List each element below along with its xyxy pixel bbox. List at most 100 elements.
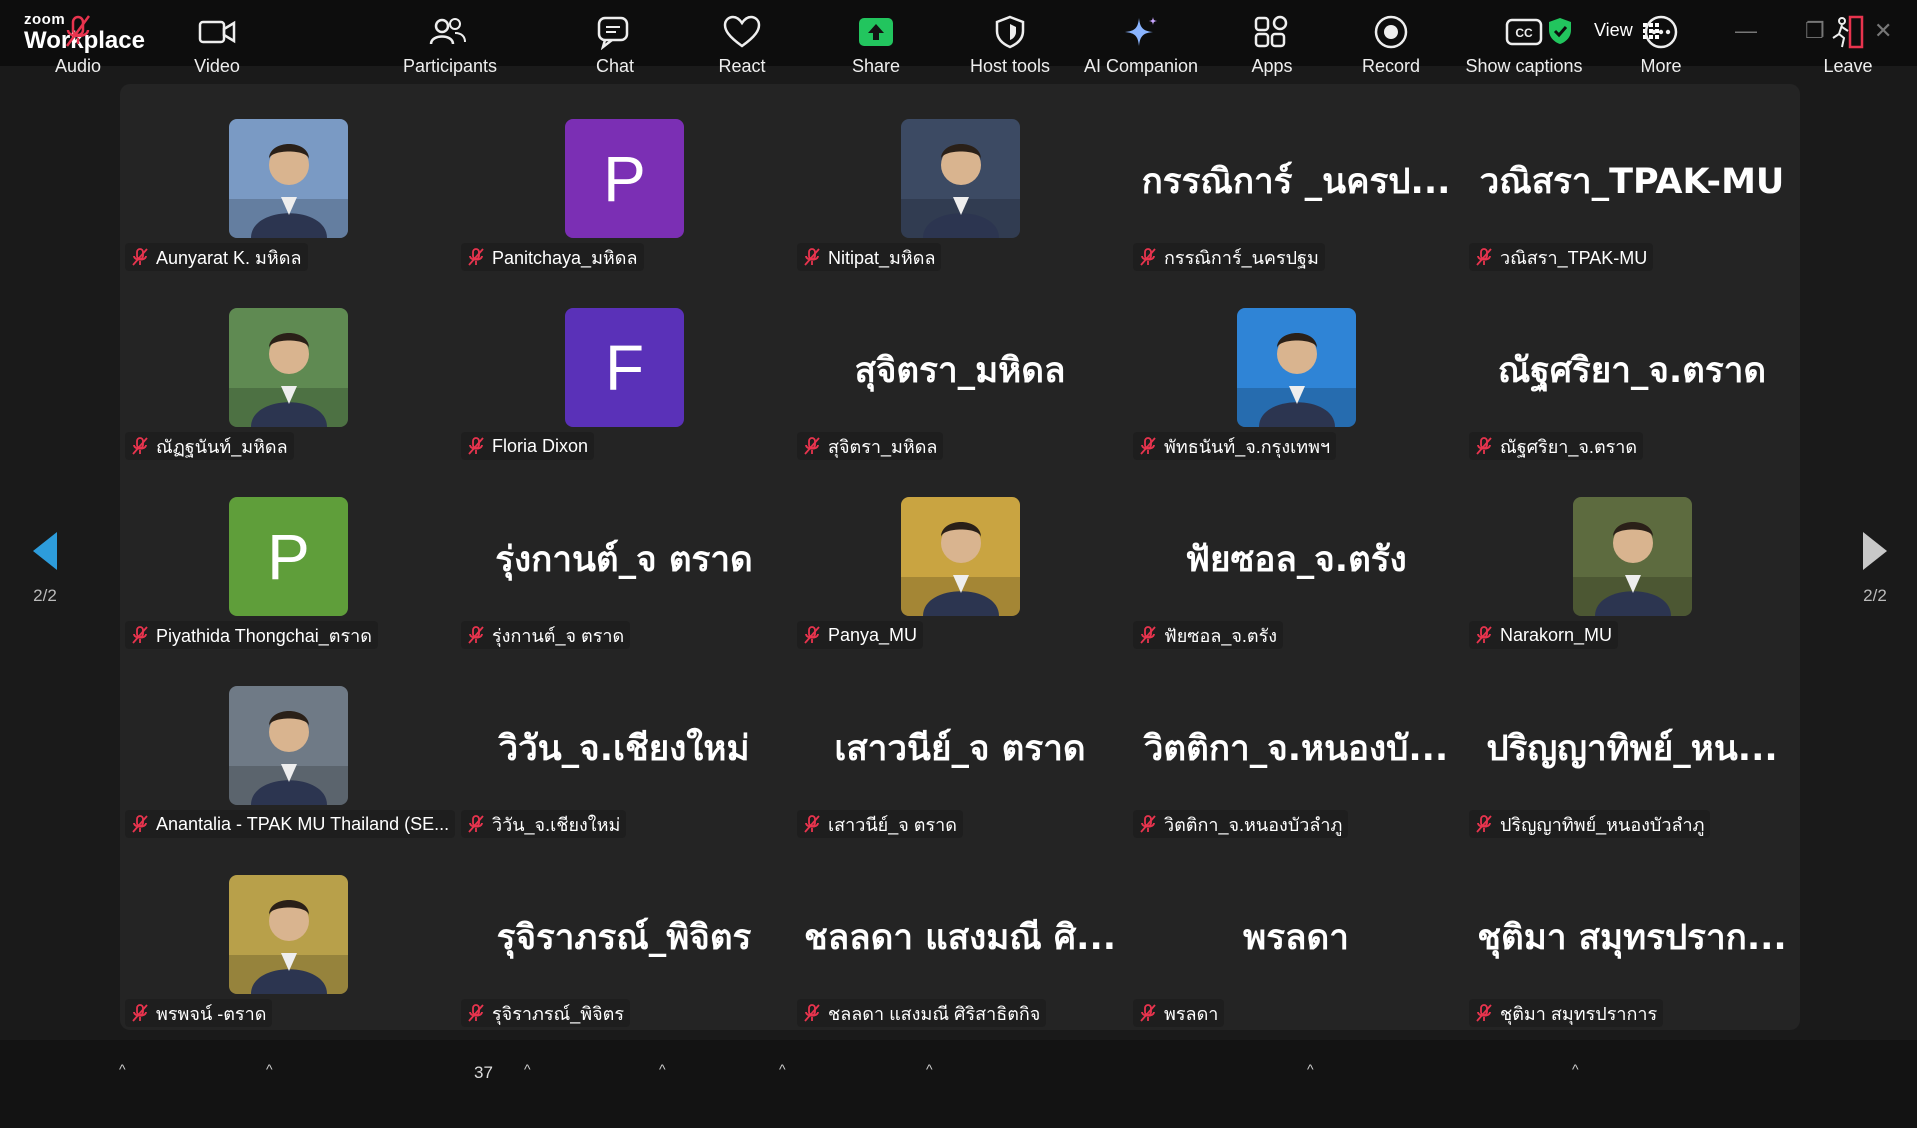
close-button[interactable]: ✕: [1874, 18, 1892, 44]
participant-tile[interactable]: สุจิตรา_มหิดล สุจิตรา_มหิดล: [792, 273, 1128, 462]
participant-name-label: พรพจน์ -ตราด: [125, 999, 273, 1027]
participant-tile[interactable]: วณิสรา_TPAK-MU วณิสรา_TPAK-MU: [1464, 84, 1800, 273]
participant-tile[interactable]: ณัฏฐนันท์_มหิดล: [120, 273, 456, 462]
more-button[interactable]: More: [1634, 14, 1688, 77]
participant-name: พรลดา: [1164, 1003, 1219, 1024]
participant-name-label: ณัฐศริยา_จ.ตราด: [1469, 432, 1644, 460]
participants-icon: [429, 18, 466, 45]
muted-mic-icon: [468, 626, 484, 644]
participant-name: Aunyarat K. มหิดล: [156, 247, 302, 268]
participant-tile[interactable]: วิวัน_จ.เชียงใหม่ วิวัน_จ.เชียงใหม่: [456, 651, 792, 840]
react-options-caret[interactable]: ^: [779, 1061, 786, 1077]
page-indicator-right: 2/2: [1863, 586, 1887, 605]
participant-name: ณัฐศริยา_จ.ตราด: [1500, 436, 1638, 457]
participant-tile[interactable]: พรลดา พรลดา: [1128, 840, 1464, 1029]
muted-mic-icon: [804, 248, 820, 266]
chat-button[interactable]: Chat: [590, 14, 640, 77]
participant-tile[interactable]: F Floria Dixon: [456, 273, 792, 462]
share-screen-icon: [859, 18, 893, 46]
apps-icon: [1254, 15, 1288, 48]
participant-name-label: ชุติมา สมุทรปราการ: [1469, 999, 1664, 1027]
record-button[interactable]: Record: [1361, 14, 1421, 77]
participant-tile[interactable]: รุจิราภรณ์_พิจิตร รุจิราภรณ์_พิจิตร: [456, 840, 792, 1029]
participant-name: วณิสรา_TPAK-MU: [1500, 247, 1648, 268]
avatar-photo: [1573, 497, 1692, 616]
participant-name-label: Aunyarat K. มหิดล: [125, 243, 308, 271]
avatar-initial: F: [565, 308, 684, 427]
host-tools-button[interactable]: Host tools: [964, 14, 1056, 77]
next-page-button[interactable]: 2/2: [1845, 530, 1905, 606]
chat-options-caret[interactable]: ^: [659, 1061, 666, 1077]
avatar-photo: [1237, 308, 1356, 427]
audio-options-caret[interactable]: ^: [119, 1061, 126, 1077]
participant-tile[interactable]: Narakorn_MU: [1464, 462, 1800, 651]
react-button[interactable]: React: [716, 14, 768, 77]
record-label: Record: [1361, 56, 1421, 76]
participant-tile[interactable]: เสาวนีย์_จ ตราด เสาวนีย์_จ ตราด: [792, 651, 1128, 840]
apps-label: Apps: [1251, 56, 1293, 76]
muted-mic-icon: [468, 1004, 484, 1022]
participant-tile[interactable]: วิตติกา_จ.หนองบั... วิตติกา_จ.หนองบัวลำภู: [1128, 651, 1464, 840]
participant-tile[interactable]: Panya_MU: [792, 462, 1128, 651]
more-options-icon: [1644, 15, 1678, 49]
captions-options-caret[interactable]: ^: [1572, 1061, 1579, 1077]
participant-display-name: วิตติกา_จ.หนองบั...: [1143, 729, 1449, 769]
muted-mic-icon: [1140, 1004, 1156, 1022]
minimize-button[interactable]: —: [1735, 18, 1757, 44]
show-captions-button[interactable]: CC Show captions: [1464, 14, 1584, 77]
participant-tile[interactable]: Aunyarat K. มหิดล: [120, 84, 456, 273]
apps-button[interactable]: Apps: [1246, 14, 1298, 77]
leave-button[interactable]: Leave: [1822, 14, 1874, 77]
chat-bubble-icon: [597, 16, 629, 50]
host-tools-label: Host tools: [969, 56, 1051, 76]
ai-companion-button[interactable]: AI Companion: [1080, 14, 1202, 77]
participant-display-name: สุจิตรา_มหิดล: [854, 351, 1066, 391]
participant-name: ณัฏฐนันท์_มหิดล: [156, 436, 288, 457]
video-options-caret[interactable]: ^: [266, 1061, 273, 1077]
participant-name-label: กรรณิการ์_นครปฐม: [1133, 243, 1325, 271]
participant-tile[interactable]: ฟัยซอล_จ.ตรัง ฟัยซอล_จ.ตรัง: [1128, 462, 1464, 651]
participant-tile[interactable]: Anantalia - TPAK MU Thailand (SE...: [120, 651, 456, 840]
previous-page-button[interactable]: 2/2: [15, 530, 75, 606]
participant-tile[interactable]: ปริญญาทิพย์_หน... ปริญญาทิพย์_หนองบัวลำภู: [1464, 651, 1800, 840]
apps-options-caret[interactable]: ^: [1307, 1061, 1314, 1077]
participant-name: Piyathida Thongchai_ตราด: [156, 625, 372, 646]
participant-display-name: รุ่งกานต์_จ ตราด: [495, 540, 753, 580]
participant-tile[interactable]: พัทธนันท์_จ.กรุงเทพฯ: [1128, 273, 1464, 462]
participant-name-label: รุจิราภรณ์_พิจิตร: [461, 999, 631, 1027]
participant-tile[interactable]: ชลลดา แสงมณี ศิ... ชลลดา แสงมณี ศิริสาธิต…: [792, 840, 1128, 1029]
audio-button[interactable]: Audio: [48, 14, 108, 77]
participant-tile[interactable]: ชุติมา สมุทรปราก... ชุติมา สมุทรปราการ: [1464, 840, 1800, 1029]
participant-tile[interactable]: รุ่งกานต์_จ ตราด รุ่งกานต์_จ ตราด: [456, 462, 792, 651]
participants-options-caret[interactable]: ^: [524, 1061, 531, 1077]
participants-button[interactable]: Participants: [398, 14, 502, 77]
muted-mic-icon: [1140, 815, 1156, 833]
participant-display-name: ณัฐศริยา_จ.ตราด: [1497, 351, 1767, 391]
muted-mic-icon: [1476, 815, 1492, 833]
avatar-photo: [229, 308, 348, 427]
audio-label: Audio: [54, 56, 102, 76]
participant-tile[interactable]: P Piyathida Thongchai_ตราด: [120, 462, 456, 651]
share-options-caret[interactable]: ^: [926, 1061, 933, 1077]
show-captions-label: Show captions: [1465, 56, 1583, 76]
participant-name-label: Floria Dixon: [461, 432, 595, 460]
participant-display-name: พรลดา: [1243, 918, 1349, 958]
meeting-toolbar: [0, 1040, 1917, 1128]
share-button[interactable]: Share: [851, 14, 901, 77]
muted-mic-icon: [804, 1004, 820, 1022]
participant-name: สุจิตรา_มหิดล: [828, 436, 938, 457]
video-button[interactable]: Video: [185, 14, 249, 77]
avatar-initial: P: [229, 497, 348, 616]
person-photo-icon: [1237, 308, 1356, 427]
participant-tile[interactable]: พรพจน์ -ตราด: [120, 840, 456, 1029]
participant-name: Panya_MU: [828, 624, 918, 645]
participant-name-label: สุจิตรา_มหิดล: [797, 432, 944, 460]
participant-tile[interactable]: กรรณิการ์ _นครป... กรรณิการ์_นครปฐม: [1128, 84, 1464, 273]
participant-display-name: วิวัน_จ.เชียงใหม่: [498, 729, 750, 769]
participant-tile[interactable]: P Panitchaya_มหิดล: [456, 84, 792, 273]
participant-tile[interactable]: ณัฐศริยา_จ.ตราด ณัฐศริยา_จ.ตราด: [1464, 273, 1800, 462]
participant-tile[interactable]: Nitipat_มหิดล: [792, 84, 1128, 273]
participant-name: กรรณิการ์_นครปฐม: [1164, 247, 1319, 268]
participant-name: วิวัน_จ.เชียงใหม่: [492, 814, 621, 835]
muted-mic-icon: [1476, 248, 1492, 266]
